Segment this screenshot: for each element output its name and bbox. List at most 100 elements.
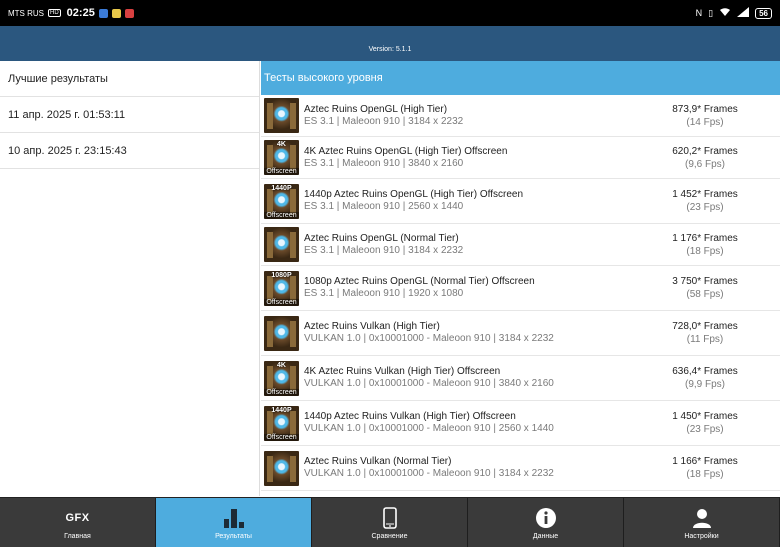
offscreen-tag: Offscreen [264, 298, 299, 306]
test-result-row[interactable]: 1440P Offscreen 1440p Aztec Ruins OpenGL… [261, 179, 780, 224]
phone-icon [382, 505, 397, 531]
battery-indicator: 56 [755, 7, 772, 19]
test-result-row[interactable]: Aztec Ruins OpenGL (High Tier) ES 3.1 | … [261, 95, 780, 137]
test-result-row[interactable]: 4K Offscreen 4K Aztec Ruins Vulkan (High… [261, 356, 780, 401]
test-result-row[interactable]: Aztec Ruins Vulkan (Normal Tier) VULKAN … [261, 446, 780, 491]
test-info: 1080p Aztec Ruins OpenGL (Normal Tier) O… [299, 276, 640, 300]
test-name: Aztec Ruins OpenGL (High Tier) [304, 103, 448, 115]
test-score: 1 450* Frames (23 Fps) [640, 410, 780, 436]
frames-value: 728,0* Frames [672, 321, 738, 332]
test-score: 873,9* Frames (14 Fps) [640, 103, 780, 129]
clock: 02:25 [66, 7, 95, 19]
resolution-tag: 1440P [271, 184, 292, 192]
test-details: VULKAN 1.0 | 0x10001000 - Maleoon 910 | … [304, 333, 554, 344]
test-score: 1 166* Frames (18 Fps) [640, 455, 780, 481]
test-thumbnail [264, 450, 299, 486]
fps-value: (58 Fps) [686, 289, 724, 300]
best-results-title: Лучшие результаты [0, 61, 259, 97]
nav-compare-label: Сравнение [371, 533, 408, 540]
test-info: Aztec Ruins Vulkan (High Tier) VULKAN 1.… [299, 321, 640, 345]
resolution-tag: 4K [277, 141, 286, 148]
app-header [0, 26, 780, 61]
info-icon [535, 505, 557, 531]
frames-value: 1 452* Frames [672, 189, 738, 200]
frames-value: 636,4* Frames [672, 366, 738, 377]
test-info: 4K Aztec Ruins OpenGL (High Tier) Offscr… [299, 146, 640, 170]
test-result-row[interactable]: Aztec Ruins OpenGL (Normal Tier) ES 3.1 … [261, 224, 780, 266]
test-name: Aztec Ruins Vulkan (High Tier) [304, 321, 440, 332]
app-icon-yellow [111, 8, 121, 18]
test-result-row[interactable]: 4K Offscreen 4K Aztec Ruins OpenGL (High… [261, 137, 780, 179]
carrier-label: MTS RUS [8, 8, 44, 18]
nfc-icon: N [695, 8, 703, 18]
sim-hd-icon: HD [48, 9, 61, 17]
status-bar-left: MTS RUS HD 02:25 [8, 7, 134, 19]
test-score: 1 452* Frames (23 Fps) [640, 188, 780, 214]
wifi-icon [719, 7, 731, 19]
test-score: 620,2* Frames (9,6 Fps) [640, 145, 780, 171]
fps-value: (11 Fps) [686, 334, 724, 345]
frames-value: 1 166* Frames [672, 456, 738, 467]
bar-chart-icon [223, 505, 245, 531]
test-name: Aztec Ruins Vulkan (Normal Tier) [304, 456, 452, 467]
nav-settings[interactable]: Настройки [624, 498, 780, 547]
signal-icon [737, 7, 750, 19]
user-icon [691, 505, 713, 531]
test-info: 4K Aztec Ruins Vulkan (High Tier) Offscr… [299, 366, 640, 390]
test-name: Aztec Ruins OpenGL (Normal Tier) [304, 232, 459, 244]
nav-home-label: Главная [64, 533, 91, 540]
app-icon-blue [98, 8, 108, 18]
test-info: Aztec Ruins Vulkan (Normal Tier) VULKAN … [299, 456, 640, 480]
test-score: 636,4* Frames (9,9 Fps) [640, 365, 780, 391]
test-name: 4K Aztec Ruins OpenGL (High Tier) Offscr… [304, 145, 508, 157]
test-thumbnail [264, 227, 299, 262]
test-info: Aztec Ruins OpenGL (Normal Tier) ES 3.1 … [299, 233, 640, 257]
test-details: VULKAN 1.0 | 0x10001000 - Maleoon 910 | … [304, 468, 554, 479]
nav-results-label: Результаты [215, 533, 252, 540]
version-label: Version: 5.1.1 [368, 46, 412, 53]
test-details: ES 3.1 | Maleoon 910 | 3184 x 2232 [304, 244, 464, 256]
resolution-tag: 1440P [271, 406, 292, 414]
test-details: VULKAN 1.0 | 0x10001000 - Maleoon 910 | … [304, 423, 554, 434]
result-date-item[interactable]: 11 апр. 2025 г. 01:53:11 [0, 97, 259, 133]
bottom-navigation: GFX Главная Результаты Сравнение Данные … [0, 497, 780, 547]
high-level-tests-title: Тесты высокого уровня [261, 61, 780, 95]
best-results-panel: Лучшие результаты 11 апр. 2025 г. 01:53:… [0, 61, 260, 496]
test-thumbnail: 1440P Offscreen [264, 405, 299, 441]
nav-home[interactable]: GFX Главная [0, 498, 156, 547]
test-result-row[interactable]: 1080P Offscreen 1080p Aztec Ruins OpenGL… [261, 266, 780, 311]
test-result-row[interactable]: Aztec Ruins Vulkan (High Tier) VULKAN 1.… [261, 311, 780, 356]
test-info: 1440p Aztec Ruins OpenGL (High Tier) Off… [299, 189, 640, 213]
frames-value: 873,9* Frames [672, 103, 738, 115]
nav-results[interactable]: Результаты [156, 498, 312, 547]
nav-data[interactable]: Данные [468, 498, 624, 547]
test-score: 3 750* Frames (58 Fps) [640, 275, 780, 301]
test-result-row[interactable]: 1440P Offscreen 1440p Aztec Ruins Vulkan… [261, 401, 780, 446]
fps-value: (9,9 Fps) [684, 379, 725, 390]
nav-compare[interactable]: Сравнение [312, 498, 468, 547]
test-thumbnail: 4K Offscreen [264, 360, 299, 396]
app-icon-red [124, 8, 134, 18]
offscreen-tag: Offscreen [264, 388, 299, 396]
result-date-item[interactable]: 10 апр. 2025 г. 23:15:43 [0, 133, 259, 169]
test-thumbnail: 1440P Offscreen [264, 183, 299, 219]
test-score: 1 176* Frames (18 Fps) [640, 232, 780, 258]
test-results-list: Aztec Ruins OpenGL (High Tier) ES 3.1 | … [261, 95, 780, 491]
test-name: 1440p Aztec Ruins OpenGL (High Tier) Off… [304, 189, 523, 200]
test-thumbnail: 1080P Offscreen [264, 270, 299, 306]
status-bar: MTS RUS HD 02:25 N ▯ 56 [0, 0, 780, 26]
fps-value: (23 Fps) [686, 424, 724, 435]
test-details: ES 3.1 | Maleoon 910 | 3184 x 2232 [304, 115, 464, 127]
offscreen-tag: Offscreen [264, 168, 299, 175]
test-details: ES 3.1 | Maleoon 910 | 2560 x 1440 [304, 201, 464, 212]
fps-value: (23 Fps) [686, 202, 724, 213]
test-details: VULKAN 1.0 | 0x10001000 - Maleoon 910 | … [304, 378, 554, 389]
test-name: 1080p Aztec Ruins OpenGL (Normal Tier) O… [304, 276, 535, 287]
test-score: 728,0* Frames (11 Fps) [640, 320, 780, 346]
resolution-tag: 4K [277, 361, 286, 369]
test-thumbnail [264, 98, 299, 133]
test-name: 1440p Aztec Ruins Vulkan (High Tier) Off… [304, 411, 516, 422]
nav-settings-label: Настройки [684, 533, 719, 540]
nav-data-label: Данные [532, 533, 559, 540]
resolution-tag: 1080P [271, 271, 292, 279]
